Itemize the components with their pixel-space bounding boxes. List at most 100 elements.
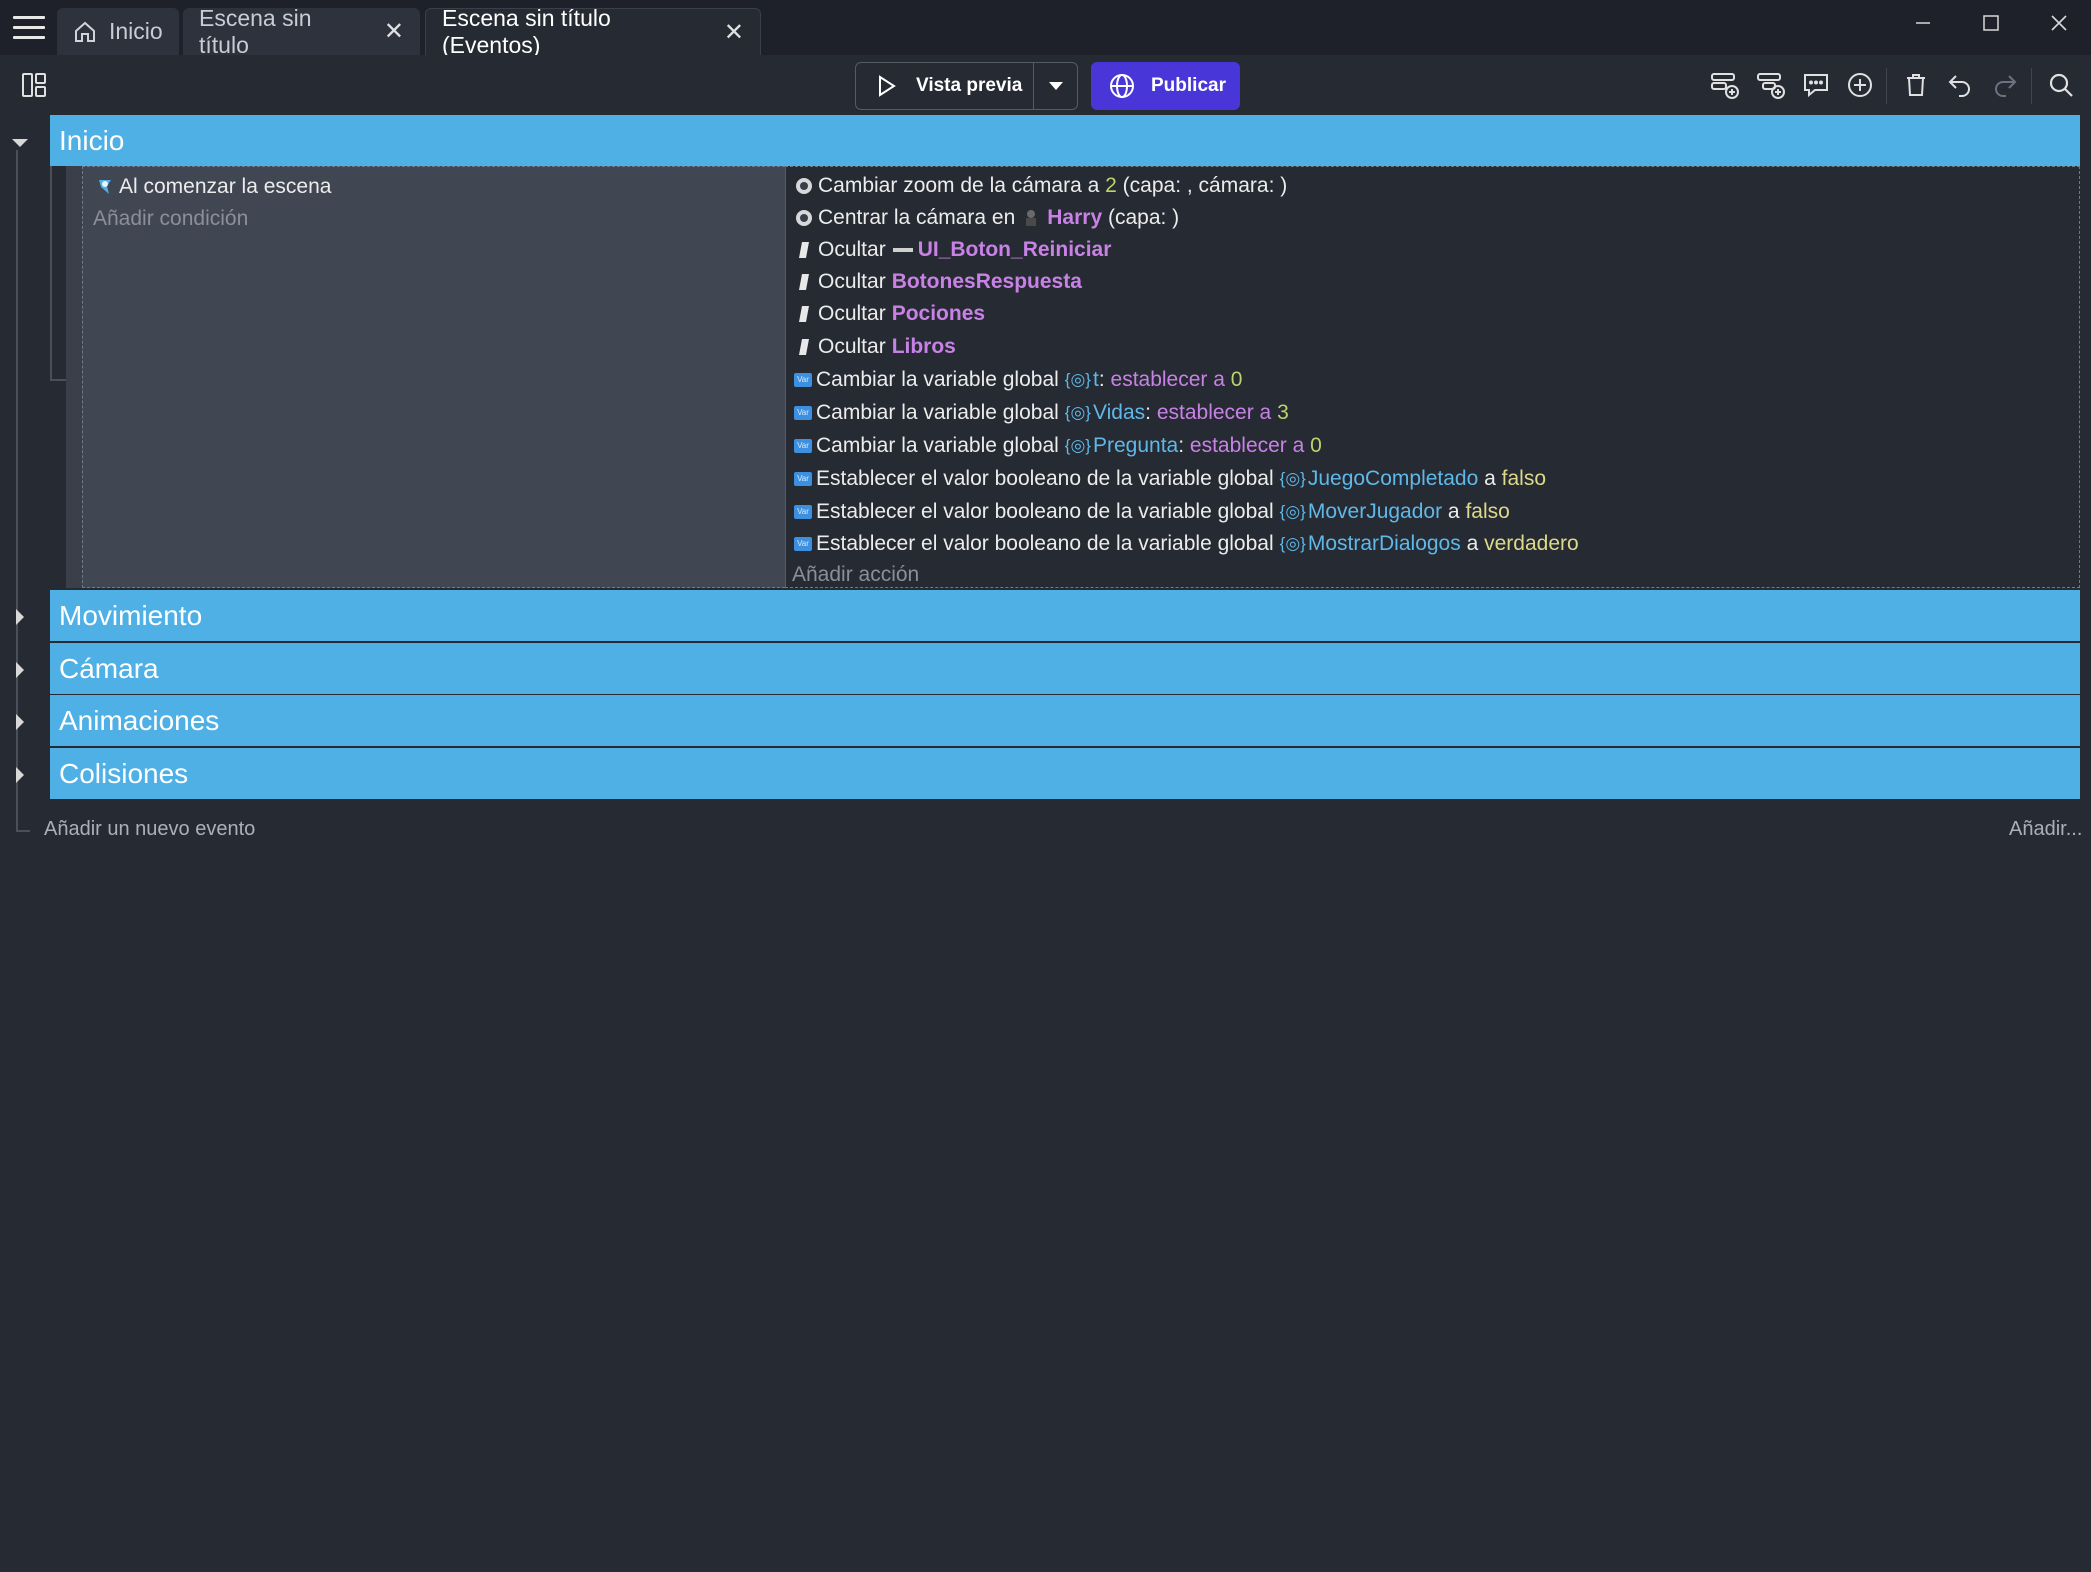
conditions-panel[interactable]: Al comenzar la escena Añadir condición [82,166,785,588]
search-icon[interactable] [2044,68,2078,102]
toolbar-divider [1886,68,1887,104]
object-name: UI_Boton_Reiniciar [917,238,1112,261]
expand-toggle-colisiones[interactable] [8,763,32,787]
add-comment-icon[interactable] [1799,68,1833,102]
group-inicio[interactable]: Inicio [50,115,2080,166]
variable-name: MostrarDialogos [1307,532,1461,555]
redo-icon[interactable] [1988,68,2022,102]
add-condition-label: Añadir condición [93,207,249,230]
layout-panels-icon[interactable] [17,68,51,102]
action-row[interactable]: Ocultar Pociones [794,299,985,329]
add-circle-icon[interactable] [1843,68,1877,102]
group-title: Movimiento [59,599,203,631]
variable-icon: Var [794,472,812,486]
expand-toggle-animaciones[interactable] [8,710,32,734]
add-action-button[interactable]: Añadir acción [792,560,919,590]
action-value: 3 [1277,401,1289,424]
action-text: Ocultar [818,270,886,293]
object-name: BotonesRespuesta [891,270,1082,293]
expand-toggle-camara[interactable] [8,658,32,682]
action-text: Cambiar la variable global [816,401,1059,424]
action-row[interactable]: Var Establecer el valor booleano de la v… [794,529,1579,559]
operator: establecer a [1110,368,1225,391]
panel-sprite-icon [892,240,914,260]
publish-label: Publicar [1151,75,1226,96]
close-window-icon[interactable] [2044,8,2074,38]
camera-icon [794,176,814,196]
action-row[interactable]: Var Cambiar la variable global {◎} Vidas:… [794,398,1289,428]
expand-toggle-inicio[interactable] [8,131,32,155]
action-row[interactable]: Var Establecer el valor booleano de la v… [794,464,1546,494]
preview-label: Vista previa [916,75,1023,96]
action-value: 0 [1230,368,1243,391]
variable-icon: Var [794,406,812,420]
action-text: Establecer el valor booleano de la varia… [816,532,1274,555]
tab-escena-eventos[interactable]: Escena sin título (Eventos) ✕ [425,5,761,58]
connector: a [1447,500,1460,523]
action-suffix: (capa: , cámara: ) [1122,174,1288,197]
variable-braces-icon: {◎} [1279,502,1306,521]
add-more-button[interactable]: Añadir... [2009,818,2082,841]
action-value: verdadero [1484,532,1579,555]
action-text: Centrar la cámara en [818,206,1016,229]
group-movimiento[interactable]: Movimiento [50,590,2080,641]
operator: establecer a [1156,401,1272,424]
hide-icon [794,240,814,260]
variable-braces-icon: {◎} [1279,534,1306,553]
action-text: Ocultar [818,302,886,325]
actions-panel[interactable]: Cambiar zoom de la cámara a 2 (capa: , c… [785,166,2080,588]
condition-row[interactable]: Al comenzar la escena [95,172,331,202]
preview-main[interactable]: Vista previa [856,63,1034,109]
preview-button[interactable]: Vista previa [855,62,1078,110]
publish-button[interactable]: Publicar [1091,62,1240,110]
add-condition-button[interactable]: Añadir condición [93,204,248,234]
tab-escena[interactable]: Escena sin título ✕ [183,5,420,58]
variable-name: MoverJugador [1307,500,1443,523]
action-row[interactable]: Var Cambiar la variable global {◎} t: est… [794,365,1242,395]
operator: establecer a [1189,434,1305,457]
add-subevent-icon[interactable] [1754,68,1788,102]
close-icon[interactable]: ✕ [384,17,404,46]
action-row[interactable]: Ocultar Libros [794,332,956,362]
preview-dropdown[interactable] [1034,63,1077,109]
action-row[interactable]: Ocultar BotonesRespuesta [794,267,1082,297]
chevron-down-icon [1048,82,1063,90]
group-title: Colisiones [59,757,189,789]
connector: a [1484,467,1496,490]
action-row[interactable]: Var Establecer el valor booleano de la v… [794,497,1510,527]
tree-line [16,830,30,832]
close-icon[interactable]: ✕ [724,18,744,47]
action-row[interactable]: Cambiar zoom de la cámara a 2 (capa: , c… [794,171,1287,201]
action-text: Ocultar [818,238,886,261]
add-event-icon[interactable] [1708,68,1742,102]
tree-line [50,166,52,380]
hide-icon [794,272,814,292]
trash-icon[interactable] [1899,68,1933,102]
variable-braces-icon: {◎} [1064,370,1091,389]
undo-icon[interactable] [1943,68,1977,102]
play-icon [879,75,896,97]
event-drag-handle[interactable] [66,166,82,588]
add-new-event-button[interactable]: Añadir un nuevo evento [44,818,255,841]
action-row[interactable]: Var Cambiar la variable global {◎} Pregun… [794,431,1322,461]
camera-icon [794,208,814,228]
group-camara[interactable]: Cámara [50,643,2080,694]
variable-icon: Var [794,373,812,387]
expand-toggle-movimiento[interactable] [8,605,32,629]
action-value: 2 [1105,174,1117,197]
action-row[interactable]: Ocultar UI_Boton_Reiniciar [794,235,1111,265]
globe-icon [1110,74,1134,98]
action-row[interactable]: Centrar la cámara en Harry (capa: ) [794,203,1179,233]
maximize-icon[interactable] [1976,8,2006,38]
minimize-icon[interactable] [1908,8,1938,38]
tab-label: Escena sin título [199,4,312,58]
tree-line [50,379,66,381]
group-colisiones[interactable]: Colisiones [50,748,2080,799]
scene-start-icon [95,177,115,197]
home-icon [75,21,95,42]
variable-name: Vidas [1093,401,1146,424]
tab-inicio[interactable]: Inicio [57,8,179,55]
menu-icon[interactable] [13,16,45,40]
action-value: falso [1501,467,1547,490]
group-animaciones[interactable]: Animaciones [50,695,2080,746]
